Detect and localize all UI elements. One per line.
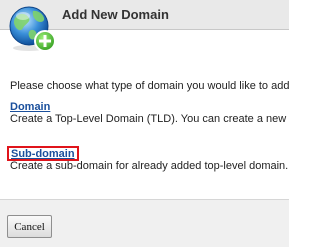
dialog-footer: Cancel xyxy=(0,199,289,247)
subdomain-description: Create a sub-domain for already added to… xyxy=(10,160,289,172)
dialog-title: Add New Domain xyxy=(62,7,169,22)
subdomain-highlight: Sub-domain xyxy=(7,146,79,161)
subdomain-link[interactable]: Sub-domain xyxy=(11,148,75,160)
intro-text: Please choose what type of domain you wo… xyxy=(10,80,289,92)
domain-link[interactable]: Domain xyxy=(10,101,50,113)
cancel-button[interactable]: Cancel xyxy=(7,215,52,238)
globe-add-icon xyxy=(9,6,56,52)
domain-description: Create a Top-Level Domain (TLD). You can… xyxy=(10,113,287,125)
add-domain-dialog: Add New Domain Please choose what type o… xyxy=(0,0,289,247)
